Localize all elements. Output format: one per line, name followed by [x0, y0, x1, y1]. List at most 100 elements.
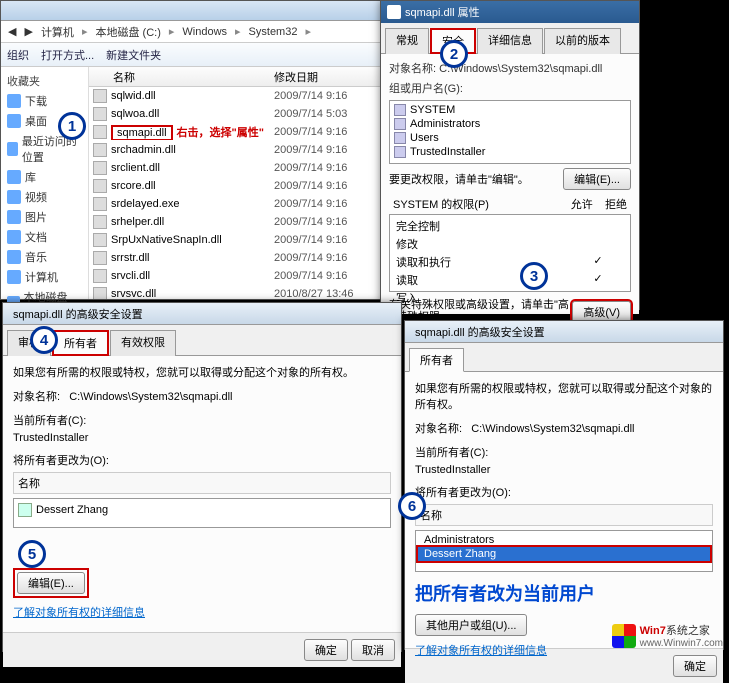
tab-general[interactable]: 常规 — [385, 28, 429, 54]
nav-fwd-icon[interactable]: ▶ — [21, 25, 35, 38]
tab-owner[interactable]: 所有者 — [52, 330, 109, 356]
file-row[interactable]: srchadmin.dll2009/7/14 9:16 — [89, 141, 384, 159]
dll-icon — [93, 197, 107, 211]
tab-details[interactable]: 详细信息 — [477, 28, 543, 54]
object-name-label: 对象名称: — [13, 391, 60, 403]
allow-label: 允许 — [571, 199, 593, 211]
sidebar-item[interactable]: 文档 — [3, 227, 86, 247]
file-row[interactable]: srrstr.dll2009/7/14 9:16 — [89, 249, 384, 267]
dll-icon — [93, 125, 107, 139]
organize-menu[interactable]: 组织 — [7, 47, 29, 63]
owner-list[interactable]: Administrators Dessert Zhang — [415, 530, 713, 572]
name-column-header: 名称 — [13, 472, 391, 494]
deny-label: 拒绝 — [605, 199, 627, 211]
explorer-toolbar: 组织 打开方式... 新建文件夹 — [1, 43, 384, 67]
file-row[interactable]: srdelayed.exe2009/7/14 9:16 — [89, 195, 384, 213]
groups-label: 组或用户名(G): — [389, 80, 631, 96]
group-icon — [394, 118, 406, 130]
file-row[interactable]: SrpUxNativeSnapIn.dll2009/7/14 9:16 — [89, 231, 384, 249]
file-list-header[interactable]: 名称 修改日期 — [89, 67, 384, 87]
permission-row[interactable]: 完全控制 — [392, 217, 628, 235]
col-name[interactable]: 名称 — [89, 69, 274, 85]
owner-list[interactable]: Dessert Zhang — [13, 498, 391, 528]
sidebar-item[interactable]: 视频 — [3, 187, 86, 207]
adv1-titlebar[interactable]: sqmapi.dll 的高级安全设置 — [3, 303, 401, 325]
dll-icon — [93, 215, 107, 229]
folder-icon — [7, 230, 21, 244]
folder-icon — [7, 270, 21, 284]
file-row[interactable]: sqlwid.dll2009/7/14 9:16 — [89, 87, 384, 105]
folder-icon — [7, 114, 21, 128]
object-name-value: C:\Windows\System32\sqmapi.dll — [471, 423, 634, 435]
owner-item[interactable]: Dessert Zhang — [16, 501, 388, 519]
permissions-list[interactable]: 完全控制 修改 读取和执行✓ 读取✓ 写入 特殊权限 — [389, 214, 631, 292]
learn-more-link[interactable]: 了解对象所有权的详细信息 — [13, 607, 145, 619]
tab-previous[interactable]: 以前的版本 — [544, 28, 621, 54]
crumb[interactable]: 计算机 — [38, 24, 77, 40]
group-icon — [394, 146, 406, 158]
watermark-brand: Win7系统之家 — [640, 622, 723, 638]
sidebar-item[interactable]: 音乐 — [3, 247, 86, 267]
file-row[interactable]: srclient.dll2009/7/14 9:16 — [89, 159, 384, 177]
file-icon — [387, 5, 401, 19]
edit-button[interactable]: 编辑(E)... — [563, 168, 631, 190]
group-item[interactable]: Users — [392, 131, 628, 145]
permission-row[interactable]: 修改 — [392, 235, 628, 253]
dll-icon — [93, 143, 107, 157]
file-row[interactable]: srvsvc.dll2010/8/27 13:46 — [89, 285, 384, 299]
sidebar-item[interactable]: 下载 — [3, 91, 86, 111]
sidebar-item[interactable]: 计算机 — [3, 267, 86, 287]
crumb[interactable]: System32 — [246, 26, 301, 38]
sidebar-item[interactable]: 图片 — [3, 207, 86, 227]
learn-more-link[interactable]: 了解对象所有权的详细信息 — [415, 645, 547, 657]
crumb[interactable]: 本地磁盘 (C:) — [92, 24, 163, 40]
sidebar-item[interactable]: 库 — [3, 167, 86, 187]
explorer-titlebar[interactable] — [1, 1, 384, 21]
file-row[interactable]: sqmapi.dll右击，选择"属性"2009/7/14 9:16 — [89, 123, 384, 141]
folder-icon — [7, 250, 21, 264]
owner-item-admins[interactable]: Administrators — [418, 533, 710, 547]
file-list[interactable]: 名称 修改日期 sqlwid.dll2009/7/14 9:16sqlwoa.d… — [89, 67, 384, 299]
object-name-label: 对象名称: — [415, 423, 462, 435]
open-with-menu[interactable]: 打开方式... — [41, 47, 94, 63]
owner-item-user[interactable]: Dessert Zhang — [418, 547, 710, 561]
folder-icon — [7, 210, 21, 224]
group-icon — [394, 104, 406, 116]
windows-logo-icon — [612, 624, 636, 648]
step-marker-4: 4 — [30, 326, 58, 354]
file-row[interactable]: srhelper.dll2009/7/14 9:16 — [89, 213, 384, 231]
current-owner-label: 当前所有者(C): — [415, 444, 713, 460]
file-row[interactable]: sqlwoa.dll2009/7/14 5:03 — [89, 105, 384, 123]
tab-owner[interactable]: 所有者 — [409, 348, 464, 372]
breadcrumb[interactable]: ◀ ▶ 计算机▸ 本地磁盘 (C:)▸ Windows▸ System32▸ — [1, 21, 384, 43]
dll-icon — [93, 107, 107, 121]
folder-icon — [7, 170, 21, 184]
col-date[interactable]: 修改日期 — [274, 69, 384, 85]
permission-row[interactable]: 读取和执行✓ — [392, 253, 628, 271]
ok-button[interactable]: 确定 — [673, 655, 717, 677]
current-owner-value: TrustedInstaller — [415, 464, 713, 476]
explorer-window: ◀ ▶ 计算机▸ 本地磁盘 (C:)▸ Windows▸ System32▸ 组… — [0, 0, 385, 300]
other-users-button[interactable]: 其他用户或组(U)... — [415, 614, 527, 636]
file-row[interactable]: srcore.dll2009/7/14 9:16 — [89, 177, 384, 195]
group-item[interactable]: TrustedInstaller — [392, 145, 628, 159]
permission-row[interactable]: 读取✓ — [392, 271, 628, 289]
ok-button[interactable]: 确定 — [304, 639, 348, 661]
nav-back-icon[interactable]: ◀ — [5, 25, 19, 38]
tab-effective[interactable]: 有效权限 — [110, 330, 176, 356]
step-marker-5: 5 — [18, 540, 46, 568]
groups-list[interactable]: SYSTEMAdministratorsUsersTrustedInstalle… — [389, 100, 631, 164]
crumb[interactable]: Windows — [179, 26, 230, 38]
current-owner-value: TrustedInstaller — [13, 432, 391, 444]
properties-window: sqmapi.dll 属性 常规 安全 详细信息 以前的版本 对象名称: C:\… — [380, 0, 640, 310]
group-item[interactable]: SYSTEM — [392, 103, 628, 117]
adv2-titlebar[interactable]: sqmapi.dll 的高级安全设置 — [405, 321, 723, 343]
file-row[interactable]: srvcli.dll2009/7/14 9:16 — [89, 267, 384, 285]
cancel-button[interactable]: 取消 — [351, 639, 395, 661]
new-folder-button[interactable]: 新建文件夹 — [106, 47, 161, 63]
dll-icon — [93, 251, 107, 265]
dll-icon — [93, 287, 107, 299]
group-item[interactable]: Administrators — [392, 117, 628, 131]
properties-titlebar[interactable]: sqmapi.dll 属性 — [381, 1, 639, 23]
edit-button[interactable]: 编辑(E)... — [17, 572, 85, 594]
